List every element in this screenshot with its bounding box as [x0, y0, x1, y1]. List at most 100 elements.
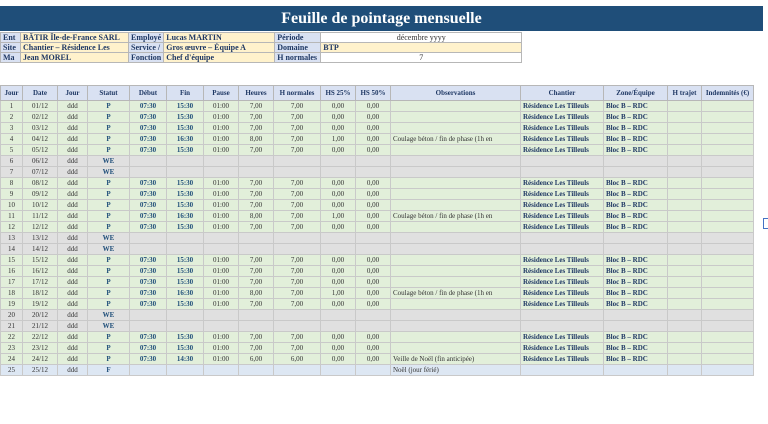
employee-value[interactable]: Lucas MARTIN — [163, 32, 276, 43]
table-cell[interactable]: Bloc B – RDC — [603, 210, 668, 222]
table-cell[interactable]: Résidence Les Tilleuls — [520, 111, 604, 123]
table-cell[interactable]: 1 — [0, 100, 23, 112]
table-cell[interactable]: Bloc B – RDC — [603, 221, 668, 233]
table-cell[interactable]: P — [87, 221, 130, 233]
table-cell[interactable]: 7,00 — [273, 342, 321, 354]
table-cell[interactable]: ddd — [57, 111, 88, 123]
site-value[interactable]: Chantier – Résidence Les — [20, 42, 129, 53]
table-cell[interactable] — [320, 166, 356, 178]
table-cell[interactable] — [203, 320, 239, 332]
table-cell[interactable]: P — [87, 188, 130, 200]
table-cell[interactable]: Bloc B – RDC — [603, 265, 668, 277]
table-cell[interactable]: 8,00 — [238, 287, 274, 299]
table-cell[interactable]: 07:30 — [129, 287, 167, 299]
column-header[interactable]: Fin — [166, 85, 204, 101]
table-cell[interactable]: 1,00 — [320, 210, 356, 222]
table-cell[interactable]: 6 — [0, 155, 23, 167]
table-cell[interactable]: 1,00 — [320, 133, 356, 145]
table-cell[interactable]: 01:00 — [203, 188, 239, 200]
table-cell[interactable]: ddd — [57, 210, 88, 222]
table-cell[interactable] — [667, 133, 702, 145]
table-cell[interactable]: 03/12 — [22, 122, 58, 134]
table-cell[interactable] — [667, 364, 702, 376]
table-cell[interactable]: 0,00 — [355, 210, 391, 222]
table-cell[interactable] — [273, 155, 321, 167]
table-cell[interactable]: P — [87, 298, 130, 310]
table-cell[interactable]: 0,00 — [320, 254, 356, 266]
table-cell[interactable] — [129, 320, 167, 332]
column-header[interactable]: Début — [129, 85, 167, 101]
table-cell[interactable]: Bloc B – RDC — [603, 122, 668, 134]
table-cell[interactable]: Résidence Les Tilleuls — [520, 276, 604, 288]
table-cell[interactable] — [355, 166, 391, 178]
table-cell[interactable] — [390, 221, 521, 233]
table-cell[interactable]: WE — [87, 309, 130, 321]
table-cell[interactable]: 11 — [0, 210, 23, 222]
table-cell[interactable] — [203, 166, 239, 178]
column-header[interactable]: Chantier — [520, 85, 604, 101]
table-cell[interactable]: Résidence Les Tilleuls — [520, 221, 604, 233]
table-cell[interactable] — [701, 188, 754, 200]
table-cell[interactable] — [390, 298, 521, 310]
table-cell[interactable]: 0,00 — [355, 188, 391, 200]
table-cell[interactable]: Veille de Noël (fin anticipée) — [390, 353, 521, 365]
table-cell[interactable] — [603, 309, 668, 321]
table-cell[interactable]: 0,00 — [320, 221, 356, 233]
table-cell[interactable] — [203, 364, 239, 376]
table-cell[interactable]: 0,00 — [355, 199, 391, 211]
table-cell[interactable]: ddd — [57, 364, 88, 376]
table-cell[interactable] — [667, 100, 702, 112]
table-cell[interactable]: Bloc B – RDC — [603, 276, 668, 288]
table-cell[interactable]: 0,00 — [320, 265, 356, 277]
table-cell[interactable]: 7,00 — [238, 298, 274, 310]
table-cell[interactable]: 01:00 — [203, 254, 239, 266]
table-cell[interactable]: Résidence Les Tilleuls — [520, 177, 604, 189]
table-cell[interactable] — [701, 243, 754, 255]
table-cell[interactable]: 0,00 — [355, 265, 391, 277]
table-cell[interactable] — [701, 144, 754, 156]
table-cell[interactable] — [603, 166, 668, 178]
table-cell[interactable]: 15/12 — [22, 254, 58, 266]
table-cell[interactable] — [320, 364, 356, 376]
table-cell[interactable]: 01/12 — [22, 100, 58, 112]
table-cell[interactable] — [203, 232, 239, 244]
table-cell[interactable]: 24/12 — [22, 353, 58, 365]
table-cell[interactable]: WE — [87, 243, 130, 255]
table-cell[interactable]: 8,00 — [238, 210, 274, 222]
table-cell[interactable]: 0,00 — [355, 177, 391, 189]
table-cell[interactable]: 01:00 — [203, 265, 239, 277]
table-cell[interactable] — [203, 243, 239, 255]
table-cell[interactable]: 7,00 — [238, 144, 274, 156]
table-cell[interactable]: 19/12 — [22, 298, 58, 310]
table-cell[interactable]: ddd — [57, 166, 88, 178]
table-cell[interactable] — [355, 232, 391, 244]
table-cell[interactable]: ddd — [57, 309, 88, 321]
table-cell[interactable] — [320, 155, 356, 167]
table-cell[interactable] — [320, 309, 356, 321]
table-cell[interactable]: 23/12 — [22, 342, 58, 354]
table-cell[interactable]: 15:30 — [166, 276, 204, 288]
table-cell[interactable] — [701, 287, 754, 299]
table-cell[interactable] — [238, 243, 274, 255]
table-cell[interactable]: 18/12 — [22, 287, 58, 299]
table-cell[interactable]: P — [87, 199, 130, 211]
table-cell[interactable]: 0,00 — [320, 177, 356, 189]
table-cell[interactable]: 7,00 — [273, 221, 321, 233]
table-cell[interactable]: 7,00 — [273, 276, 321, 288]
table-cell[interactable]: Bloc B – RDC — [603, 353, 668, 365]
domain-value[interactable]: BTP — [320, 42, 523, 53]
table-cell[interactable]: F — [87, 364, 130, 376]
table-cell[interactable]: 07:30 — [129, 199, 167, 211]
table-cell[interactable] — [355, 155, 391, 167]
column-header[interactable]: Indemnités (€) — [701, 85, 754, 101]
table-cell[interactable]: Résidence Les Tilleuls — [520, 210, 604, 222]
table-cell[interactable] — [667, 122, 702, 134]
table-cell[interactable] — [203, 309, 239, 321]
info-label[interactable]: Ent — [0, 32, 21, 43]
table-cell[interactable]: 15:30 — [166, 100, 204, 112]
table-cell[interactable]: 01:00 — [203, 133, 239, 145]
table-cell[interactable]: 7,00 — [238, 265, 274, 277]
table-cell[interactable]: 7,00 — [273, 331, 321, 343]
table-cell[interactable] — [520, 243, 604, 255]
info-label[interactable]: Fonction — [127, 52, 165, 63]
